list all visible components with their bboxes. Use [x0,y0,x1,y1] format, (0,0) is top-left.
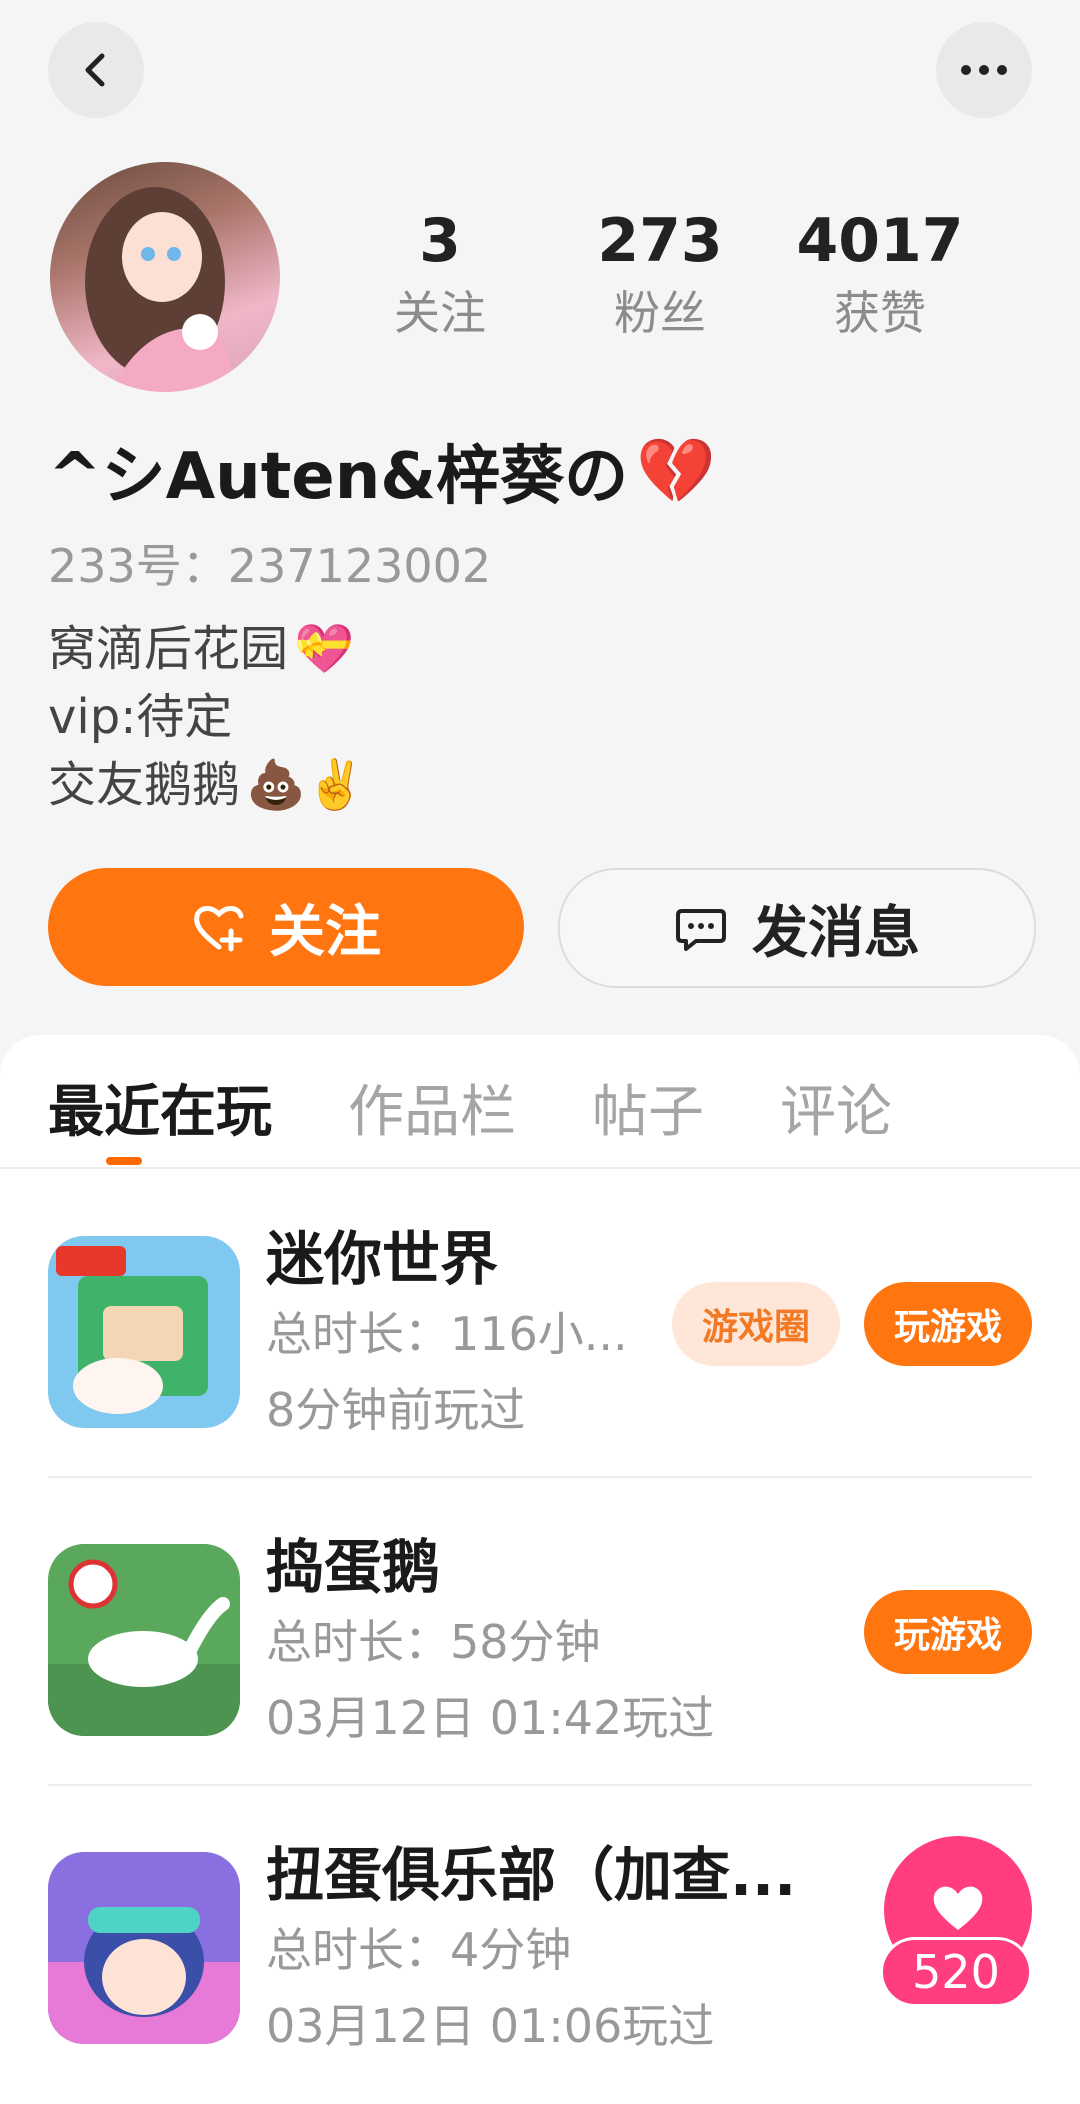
game-last-played: 03月12日 01:42玩过 [266,1691,715,1745]
divider [0,1167,1080,1169]
play-game-button[interactable]: 玩游戏 [864,1590,1032,1674]
game-icon-gacha-club [48,1852,240,2044]
stat-following[interactable]: 3 关注 [330,205,550,343]
stat-value: 3 [419,206,461,276]
tab-works[interactable]: 作品栏 [348,1067,516,1148]
heart-ribbon-icon: 💝 [294,621,354,677]
follow-button[interactable]: 关注 [48,868,524,986]
bio-line: vip:待定 [48,683,366,751]
stat-followers[interactable]: 273 粉丝 [550,205,770,343]
more-horizontal-icon [961,65,1007,75]
username: ^シAuten&梓葵の 💔 [48,425,716,517]
game-title: 捣蛋鹅 [266,1533,441,1601]
game-info: 扭蛋俱乐部（加查... 总时长：4分钟 03月12日 01:06玩过 [266,1838,796,2064]
avatar[interactable] [50,162,280,392]
game-row[interactable]: 捣蛋鹅 总时长：58分钟 03月12日 01:42玩过 玩游戏 [48,1478,1080,1786]
play-game-button[interactable]: 玩游戏 [864,1282,1032,1366]
stat-label: 关注 [394,286,486,340]
tab-recently-played[interactable]: 最近在玩 [48,1067,272,1148]
chat-bubble-icon [676,909,726,951]
game-title: 迷你世界 [266,1225,499,1293]
bio-text: vip:待定 [48,689,233,745]
game-duration: 总时长：58分钟 [266,1615,601,1669]
heart-plus-icon [194,906,244,952]
user-id: 233号：237123002 [48,539,492,593]
follow-label: 关注 [269,899,381,965]
message-button[interactable]: 发消息 [558,868,1036,988]
stat-likes[interactable]: 4017 获赞 [770,205,990,343]
game-title: 扭蛋俱乐部（加查... [266,1841,797,1909]
game-duration: 总时长：116小... [266,1307,628,1361]
message-label: 发消息 [752,900,920,966]
active-tab-indicator [106,1157,142,1165]
bio: 窝滴后花园 💝 vip:待定 交友鹅鹅 💩✌️ [48,615,366,819]
tab-bar: 最近在玩 作品栏 帖子 评论 [48,1067,892,1148]
bio-line: 交友鹅鹅 💩✌️ [48,751,366,819]
game-icon-mini-world [48,1236,240,1428]
game-info: 捣蛋鹅 总时长：58分钟 03月12日 01:42玩过 [266,1530,714,1756]
more-button[interactable] [936,22,1032,118]
heart-icon [933,1886,983,1930]
floating-heart-count: 520 [880,1937,1032,2007]
stat-label: 粉丝 [614,286,706,340]
username-text: ^シAuten&梓葵の [48,440,629,514]
back-button[interactable] [48,22,144,118]
stat-value: 4017 [796,206,964,276]
profile-stats: 3 关注 273 粉丝 4017 获赞 [330,205,990,343]
bio-text: 窝滴后花园 [48,621,289,677]
stat-value: 273 [597,206,723,276]
tab-posts[interactable]: 帖子 [592,1067,704,1148]
stat-label: 获赞 [834,286,926,340]
chevron-left-icon [85,53,105,87]
broken-heart-icon: 💔 [636,434,716,509]
game-row[interactable]: 迷你世界 总时长：116小... 8分钟前玩过 游戏圈 玩游戏 [48,1170,1080,1478]
game-icon-untitled-goose [48,1544,240,1736]
game-circle-button[interactable]: 游戏圈 [672,1282,840,1366]
tab-comments[interactable]: 评论 [780,1067,892,1148]
game-duration: 总时长：4分钟 [266,1923,572,1977]
bio-line: 窝滴后花园 💝 [48,615,366,683]
game-last-played: 8分钟前玩过 [266,1383,526,1437]
bio-text: 交友鹅鹅 [48,757,241,813]
game-info: 迷你世界 总时长：116小... 8分钟前玩过 [266,1222,628,1448]
game-last-played: 03月12日 01:06玩过 [266,1999,715,2053]
poop-victory-icon: 💩✌️ [246,757,366,813]
